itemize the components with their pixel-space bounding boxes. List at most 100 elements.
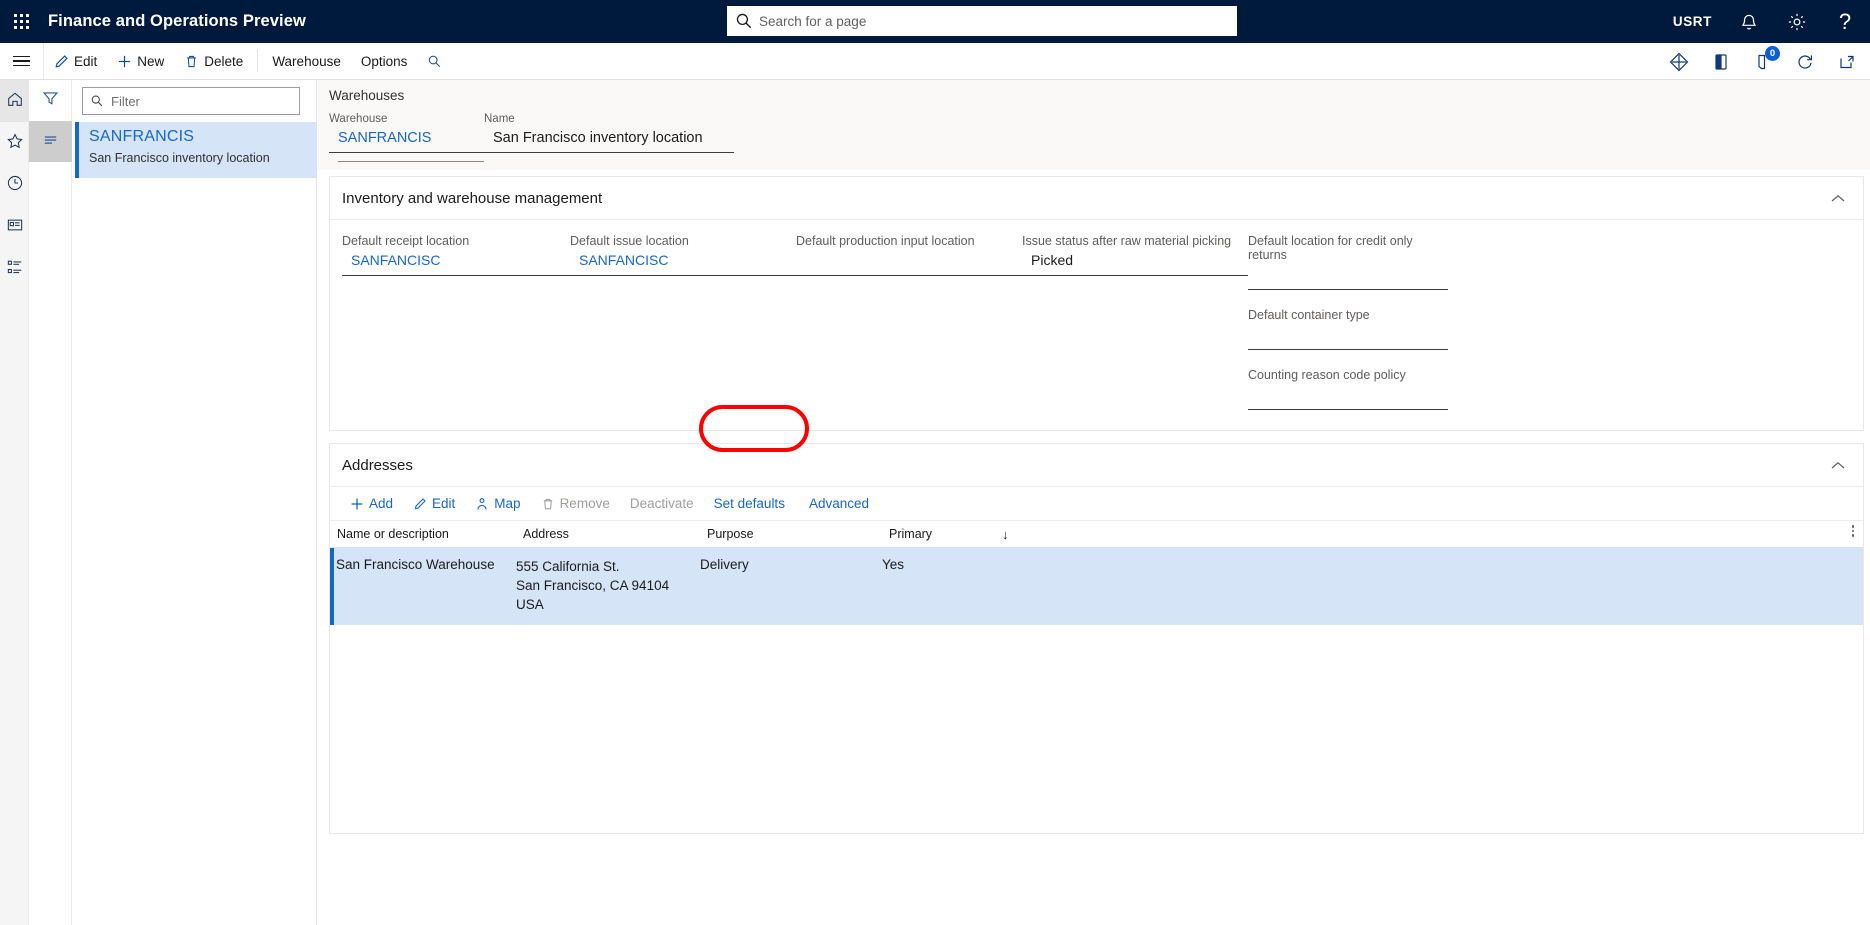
chevron-up-icon[interactable] <box>1831 458 1845 473</box>
table-row[interactable]: San Francisco Warehouse 555 California S… <box>330 548 1863 625</box>
chat-icon[interactable]: 0 <box>1752 45 1780 73</box>
bell-icon[interactable] <box>1738 11 1760 33</box>
rail-item-workspaces[interactable] <box>0 206 29 248</box>
field-default-container-type-value[interactable] <box>1248 326 1448 350</box>
left-navigation-rail <box>0 80 29 925</box>
addresses-toolbar: Add Edit Map Remove Deactivate Set defau… <box>330 487 1863 521</box>
addresses-grid-header: Name or description Address Purpose Prim… <box>330 521 1863 548</box>
options-menu[interactable]: Options <box>351 43 418 79</box>
plus-icon <box>350 497 364 511</box>
addresses-grid-empty-area <box>330 625 1863 833</box>
list-pane-tab-strip <box>29 80 72 925</box>
new-button-label: New <box>137 53 165 69</box>
add-address-label: Add <box>369 496 394 511</box>
set-defaults-button[interactable]: Set defaults <box>704 489 795 519</box>
edit-address-button[interactable]: Edit <box>403 489 465 519</box>
field-default-production-input-location: Default production input location <box>796 234 1022 276</box>
company-selector[interactable]: USRT <box>1673 14 1712 29</box>
field-default-receipt-location-label: Default receipt location <box>342 234 470 248</box>
list-item-title: SANFRANCIS <box>89 128 195 145</box>
question-icon[interactable]: ? <box>1834 10 1856 33</box>
map-address-label: Map <box>494 496 521 511</box>
advanced-button[interactable]: Advanced <box>799 489 879 519</box>
app-launcher-waffle-icon[interactable] <box>0 0 44 43</box>
addresses-section: Addresses Add Edit Map Remove Deactivate… <box>329 443 1864 834</box>
field-default-receipt-location: Default receipt location SANFANCISC <box>342 234 570 276</box>
rail-item-recent[interactable] <box>0 164 29 206</box>
navigation-menu-button[interactable] <box>0 43 44 79</box>
pencil-icon <box>54 54 69 69</box>
new-button[interactable]: New <box>107 43 174 79</box>
header-field-name-value[interactable]: San Francisco inventory location <box>484 128 734 153</box>
main-content-area: Warehouses Warehouse SANFRANCIS Name San… <box>317 80 1870 925</box>
list-lines-icon <box>41 130 60 154</box>
field-default-issue-location-value[interactable]: SANFANCISC <box>570 252 796 276</box>
field-default-receipt-location-value[interactable]: SANFANCISC <box>342 252 570 276</box>
column-header-address[interactable]: Address <box>523 527 707 541</box>
deactivate-address-button: Deactivate <box>620 489 704 519</box>
chevron-up-icon[interactable] <box>1831 191 1845 206</box>
addresses-section-header[interactable]: Addresses <box>330 444 1863 487</box>
command-bar-right-actions: 0 <box>1668 43 1858 80</box>
sort-indicator-icon[interactable]: ↓ <box>1002 527 1009 542</box>
filter-input[interactable] <box>109 92 292 110</box>
inventory-column-4: Issue status after raw material picking … <box>1022 234 1248 410</box>
field-default-production-input-location-value[interactable] <box>796 252 1022 276</box>
trash-icon <box>184 54 199 69</box>
more-vertical-icon[interactable] <box>1851 525 1854 537</box>
field-counting-reason-code-policy-value[interactable] <box>1248 386 1448 410</box>
field-default-container-type: Default container type <box>1248 308 1448 350</box>
app-title: Finance and Operations Preview <box>48 12 306 30</box>
open-in-office-icon[interactable] <box>1710 51 1732 73</box>
column-header-name-or-description[interactable]: Name or description <box>337 527 523 541</box>
advanced-label: Advanced <box>808 496 869 511</box>
field-default-location-credit-only-returns-value[interactable] <box>1248 266 1448 290</box>
search-input[interactable] <box>757 12 1229 30</box>
address-line-3: USA <box>516 597 544 612</box>
record-list-pane: SANFRANCIS San Francisco inventory locat… <box>29 80 317 925</box>
remove-address-label: Remove <box>559 496 610 511</box>
field-issue-status-after-raw-material-picking: Issue status after raw material picking … <box>1022 234 1248 276</box>
field-issue-status-value[interactable]: Picked <box>1022 252 1248 276</box>
rail-item-favorites[interactable] <box>0 122 29 164</box>
refresh-icon[interactable] <box>1794 51 1816 73</box>
list-pane-list-tab[interactable] <box>29 121 72 162</box>
edit-button[interactable]: Edit <box>44 43 107 79</box>
inventory-section-header[interactable]: Inventory and warehouse management <box>330 177 1863 220</box>
warehouse-menu[interactable]: Warehouse <box>262 43 351 79</box>
list-filter-box[interactable] <box>82 87 300 115</box>
attachments-icon[interactable] <box>1668 51 1690 73</box>
rail-item-home[interactable] <box>0 80 29 122</box>
recent-clock-icon <box>6 174 24 197</box>
popout-icon[interactable] <box>1836 51 1858 73</box>
global-search-box[interactable] <box>727 6 1237 36</box>
field-issue-status-label: Issue status after raw material picking <box>1022 234 1232 248</box>
trash-icon <box>541 497 555 511</box>
header-field-warehouse-value[interactable]: SANFRANCIS <box>329 128 484 153</box>
delete-button[interactable]: Delete <box>174 43 253 79</box>
search-icon <box>736 13 752 29</box>
header-field-warehouse: Warehouse SANFRANCIS <box>329 113 484 162</box>
inventory-column-3: Default production input location <box>796 234 1022 410</box>
map-address-button[interactable]: Map <box>465 489 530 519</box>
list-pane-filter-tab[interactable] <box>29 80 72 121</box>
field-default-issue-location: Default issue location SANFANCISC <box>570 234 796 276</box>
header-field-name: Name San Francisco inventory location <box>484 113 734 162</box>
field-default-container-type-label: Default container type <box>1248 308 1370 322</box>
plus-icon <box>117 54 132 69</box>
list-item[interactable]: SANFRANCIS San Francisco inventory locat… <box>75 122 317 178</box>
gear-icon[interactable] <box>1786 11 1808 33</box>
form-header: Warehouses Warehouse SANFRANCIS Name San… <box>317 80 1870 170</box>
field-default-location-credit-only-returns-label: Default location for credit only returns <box>1248 234 1413 262</box>
column-header-primary[interactable]: Primary <box>889 527 1002 541</box>
header-field-secondary-line <box>338 161 484 162</box>
header-field-warehouse-label: Warehouse <box>329 113 388 125</box>
field-default-issue-location-label: Default issue location <box>570 234 689 248</box>
inventory-column-5: Default location for credit only returns… <box>1248 234 1448 410</box>
modules-list-icon <box>6 258 24 281</box>
address-line-1: 555 California St. <box>516 559 620 574</box>
command-search-button[interactable] <box>417 43 452 79</box>
column-header-purpose[interactable]: Purpose <box>707 527 889 541</box>
add-address-button[interactable]: Add <box>340 489 403 519</box>
rail-item-modules[interactable] <box>0 248 29 290</box>
